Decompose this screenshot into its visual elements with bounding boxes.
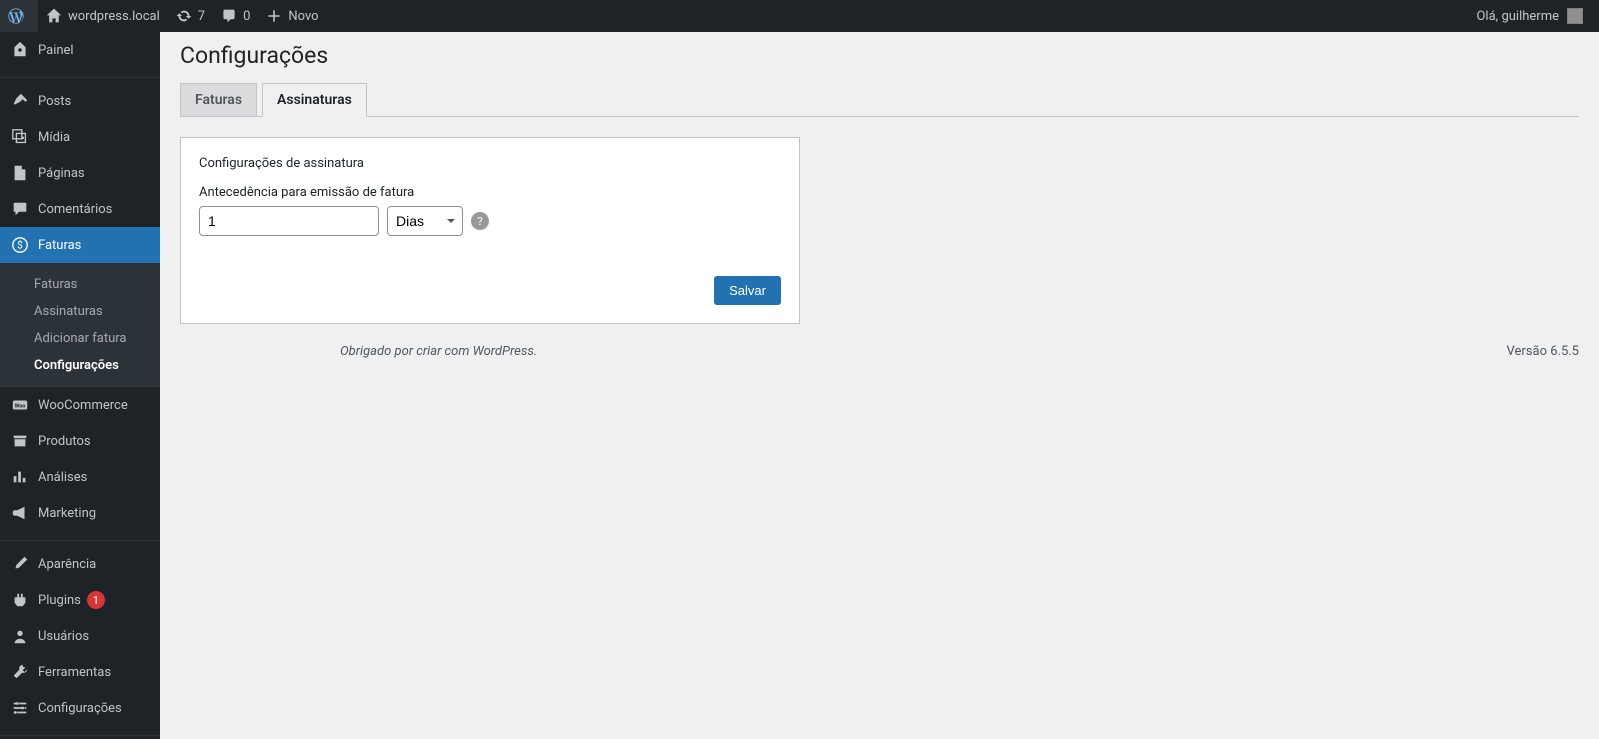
user-icon bbox=[10, 626, 30, 646]
save-button[interactable]: Salvar bbox=[714, 276, 781, 305]
update-icon bbox=[176, 8, 192, 24]
site-name-label: wordpress.local bbox=[68, 9, 160, 24]
media-icon bbox=[10, 127, 30, 147]
menu-products[interactable]: Produtos bbox=[0, 423, 160, 459]
advance-unit-select[interactable]: Dias bbox=[387, 206, 463, 236]
dashboard-icon bbox=[10, 40, 30, 60]
field-label-advance: Antecedência para emissão de fatura bbox=[199, 185, 781, 200]
avatar bbox=[1567, 8, 1583, 24]
menu-pages[interactable]: Páginas bbox=[0, 155, 160, 191]
main-content: Configurações Faturas Assinaturas Config… bbox=[160, 32, 1599, 379]
home-icon bbox=[46, 8, 62, 24]
admin-sidebar: Painel Posts Mídia Páginas Comentários $… bbox=[0, 32, 160, 739]
megaphone-icon bbox=[10, 503, 30, 523]
admin-toolbar: wordpress.local 7 0 Novo Olá, guilherme bbox=[0, 0, 1599, 32]
woocommerce-icon: Woo bbox=[10, 395, 30, 415]
menu-appearance[interactable]: Aparência bbox=[0, 546, 160, 582]
brush-icon bbox=[10, 554, 30, 574]
settings-card: Configurações de assinatura Antecedência… bbox=[180, 137, 800, 324]
plugin-update-badge: 1 bbox=[87, 591, 105, 609]
tab-subscriptions[interactable]: Assinaturas bbox=[262, 83, 367, 117]
advance-days-input[interactable] bbox=[199, 206, 379, 236]
card-title: Configurações de assinatura bbox=[199, 156, 781, 171]
comments-count: 0 bbox=[243, 9, 250, 24]
footer-thanks: Obrigado por criar com WordPress. bbox=[340, 344, 537, 359]
submenu-invoices-add[interactable]: Adicionar fatura bbox=[0, 325, 160, 352]
sliders-icon bbox=[10, 698, 30, 718]
updates-count: 7 bbox=[198, 9, 205, 24]
wp-logo-menu[interactable] bbox=[0, 0, 38, 32]
updates-link[interactable]: 7 bbox=[168, 0, 213, 32]
user-account-link[interactable]: Olá, guilherme bbox=[1468, 0, 1591, 32]
comments-link[interactable]: 0 bbox=[213, 0, 258, 32]
menu-marketing[interactable]: Marketing bbox=[0, 495, 160, 531]
footer: Obrigado por criar com WordPress. Versão… bbox=[180, 344, 1579, 359]
plugin-icon bbox=[10, 590, 30, 610]
site-name-link[interactable]: wordpress.local bbox=[38, 0, 168, 32]
submenu-invoices-list[interactable]: Faturas bbox=[0, 271, 160, 298]
submenu-invoices-settings[interactable]: Configurações bbox=[0, 352, 160, 379]
page-title: Configurações bbox=[180, 42, 1579, 69]
comment-icon bbox=[221, 8, 237, 24]
menu-invoices[interactable]: $ Faturas bbox=[0, 227, 160, 263]
user-greeting: Olá, guilherme bbox=[1476, 9, 1559, 24]
menu-woocommerce[interactable]: Woo WooCommerce bbox=[0, 387, 160, 423]
new-content-link[interactable]: Novo bbox=[258, 0, 326, 32]
chart-icon bbox=[10, 467, 30, 487]
plus-icon bbox=[266, 8, 282, 24]
page-icon bbox=[10, 163, 30, 183]
footer-version: Versão 6.5.5 bbox=[1507, 344, 1580, 359]
archive-icon bbox=[10, 431, 30, 451]
wrench-icon bbox=[10, 662, 30, 682]
menu-media[interactable]: Mídia bbox=[0, 119, 160, 155]
tab-invoices[interactable]: Faturas bbox=[180, 83, 257, 117]
help-icon[interactable]: ? bbox=[471, 212, 489, 230]
wordpress-icon bbox=[8, 8, 24, 24]
dollar-icon: $ bbox=[10, 235, 30, 255]
menu-posts[interactable]: Posts bbox=[0, 83, 160, 119]
menu-comments[interactable]: Comentários bbox=[0, 191, 160, 227]
nav-tabs: Faturas Assinaturas bbox=[180, 83, 1579, 117]
menu-plugins[interactable]: Plugins 1 bbox=[0, 582, 160, 618]
svg-text:Woo: Woo bbox=[15, 404, 26, 410]
submenu-invoices: Faturas Assinaturas Adicionar fatura Con… bbox=[0, 263, 160, 387]
comment-icon bbox=[10, 199, 30, 219]
menu-settings[interactable]: Configurações bbox=[0, 690, 160, 726]
menu-tools[interactable]: Ferramentas bbox=[0, 654, 160, 690]
new-label: Novo bbox=[288, 9, 318, 24]
submenu-invoices-subscriptions[interactable]: Assinaturas bbox=[0, 298, 160, 325]
menu-users[interactable]: Usuários bbox=[0, 618, 160, 654]
svg-text:$: $ bbox=[17, 241, 23, 252]
menu-analytics[interactable]: Análises bbox=[0, 459, 160, 495]
pin-icon bbox=[10, 91, 30, 111]
menu-dashboard[interactable]: Painel bbox=[0, 32, 160, 68]
